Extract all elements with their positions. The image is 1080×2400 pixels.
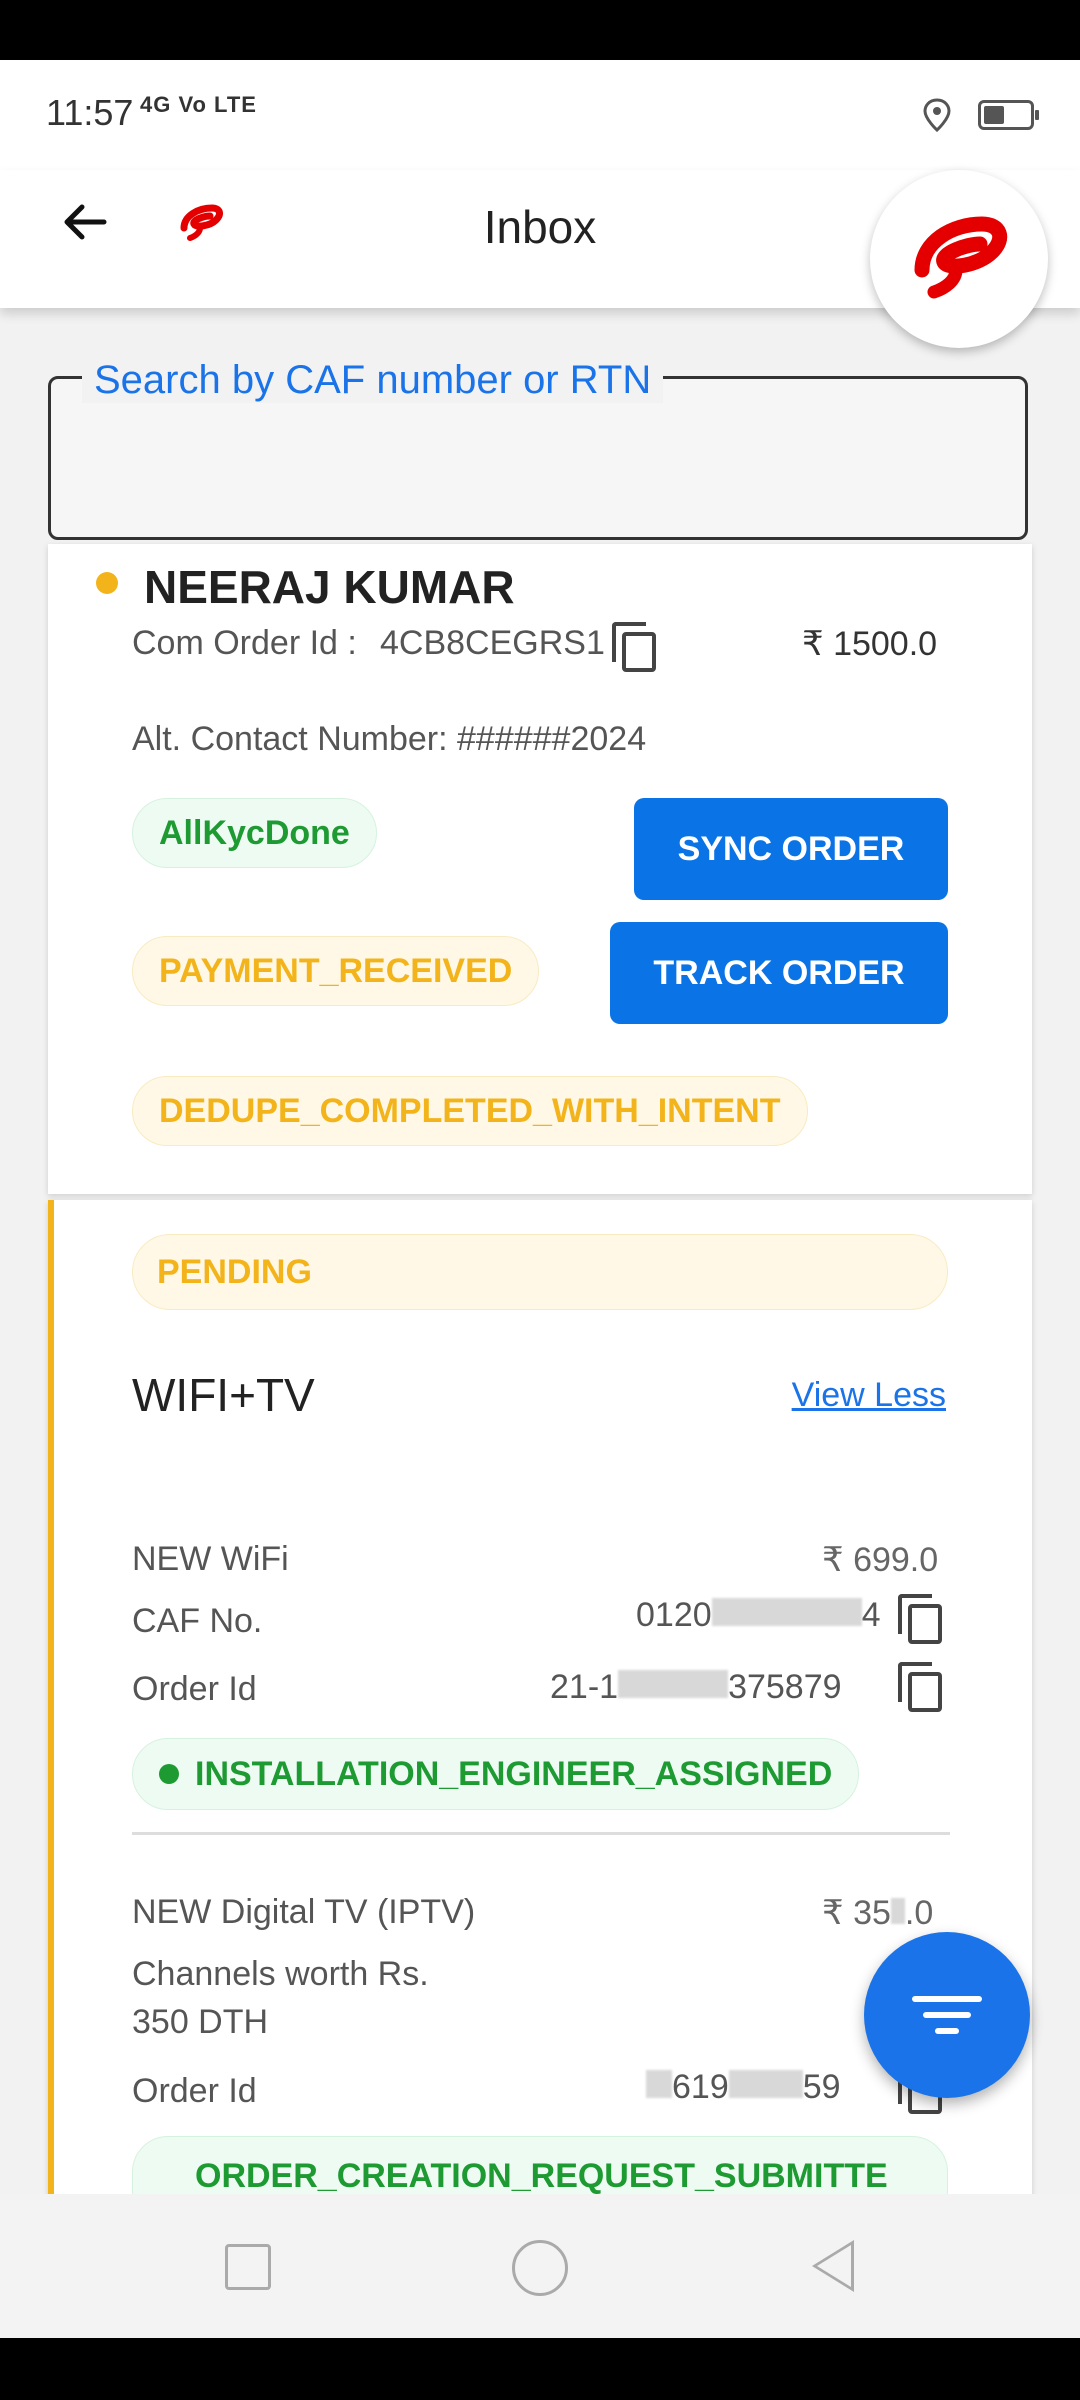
item1-order-label: Order Id	[132, 1670, 257, 1708]
details-status-badge: PENDING	[132, 1234, 948, 1310]
item1-name: NEW WiFi	[132, 1540, 289, 1578]
item1-caf-label: CAF No.	[132, 1602, 263, 1640]
item2-price-start: ₹ 35	[822, 1894, 891, 1932]
item2-price-end: .0	[904, 1894, 934, 1932]
copy-icon[interactable]	[612, 622, 656, 672]
recent-apps-icon[interactable]	[225, 2244, 271, 2290]
home-icon[interactable]	[512, 2240, 568, 2296]
item2-name: NEW Digital TV (IPTV)	[132, 1893, 476, 1931]
item2-status: ORDER_CREATION_REQUEST_SUBMITTE	[195, 2157, 888, 2195]
com-order-label: Com Order Id :	[132, 624, 357, 662]
network-indicator: 4G Vo LTE	[140, 92, 257, 117]
item2-desc-line2: 350 DTH	[132, 2003, 269, 2041]
status-time: 11:57	[46, 92, 134, 133]
filter-icon-line2	[923, 2012, 971, 2018]
item2-desc-line1: Channels worth Rs.	[132, 1955, 429, 1993]
status-dot	[159, 1764, 179, 1784]
status-dot	[96, 572, 118, 594]
customer-name: NEERAJ KUMAR	[144, 561, 515, 613]
location-icon	[923, 98, 951, 132]
back-nav-icon[interactable]	[812, 2240, 854, 2292]
bottom-bezel	[0, 2338, 1080, 2400]
filter-icon-line3	[935, 2028, 959, 2034]
status-icons	[922, 98, 1039, 132]
divider	[132, 1832, 950, 1835]
caf-value-end: 4	[861, 1596, 881, 1634]
copy-icon[interactable]	[898, 1662, 942, 1712]
item2-order-end: 59	[802, 2068, 841, 2106]
order-value-start: 21-1	[550, 1668, 619, 1706]
order-value-masked	[618, 1670, 729, 1698]
status-chip-dedupe: DEDUPE_COMPLETED_WITH_INTENT	[132, 1076, 808, 1146]
copy-icon[interactable]	[898, 1594, 942, 1644]
view-less-link[interactable]: View Less	[792, 1376, 946, 1415]
plan-name: WIFI+TV	[132, 1369, 315, 1421]
airtel-logo-icon	[914, 216, 1008, 299]
track-order-button[interactable]: TRACK ORDER	[610, 922, 948, 1024]
camera-cutout-bar	[0, 0, 1080, 60]
filter-icon	[912, 1996, 982, 2002]
caf-value-start: 0120	[636, 1596, 712, 1634]
status-chip-kyc: AllKycDone	[132, 798, 377, 868]
item1-caf-value: 0120 4	[636, 1596, 881, 1635]
com-order-id: 4CB8CEGRS1	[380, 624, 605, 662]
battery-icon	[978, 100, 1039, 130]
item2-order-masked	[728, 2070, 803, 2098]
filter-button[interactable]	[864, 1932, 1030, 2098]
item2-price-masked	[890, 1898, 905, 1924]
item2-price: ₹ 35 .0	[822, 1893, 933, 1933]
item2-order-masked-start	[646, 2070, 672, 2098]
profile-avatar[interactable]	[870, 170, 1048, 348]
caf-value-masked	[711, 1598, 862, 1626]
status-chip-payment: PAYMENT_RECEIVED	[132, 936, 540, 1006]
item1-status-chip: INSTALLATION_ENGINEER_ASSIGNED	[132, 1738, 860, 1810]
item2-order-label: Order Id	[132, 2072, 257, 2110]
sync-order-button[interactable]: SYNC ORDER	[634, 798, 948, 900]
search-label: Search by CAF number or RTN	[82, 358, 664, 403]
item2-order-value: 619 59	[646, 2068, 841, 2107]
alt-contact-number: Alt. Contact Number: ######2024	[132, 720, 647, 758]
order-value-end: 375879	[728, 1668, 842, 1706]
item1-status: INSTALLATION_ENGINEER_ASSIGNED	[195, 1754, 833, 1793]
item2-order-start: 619	[672, 2068, 729, 2106]
item1-price: ₹ 699.0	[822, 1541, 939, 1579]
order-amount: ₹ 1500.0	[802, 625, 938, 663]
item1-order-value: 21-1 375879	[550, 1668, 842, 1707]
